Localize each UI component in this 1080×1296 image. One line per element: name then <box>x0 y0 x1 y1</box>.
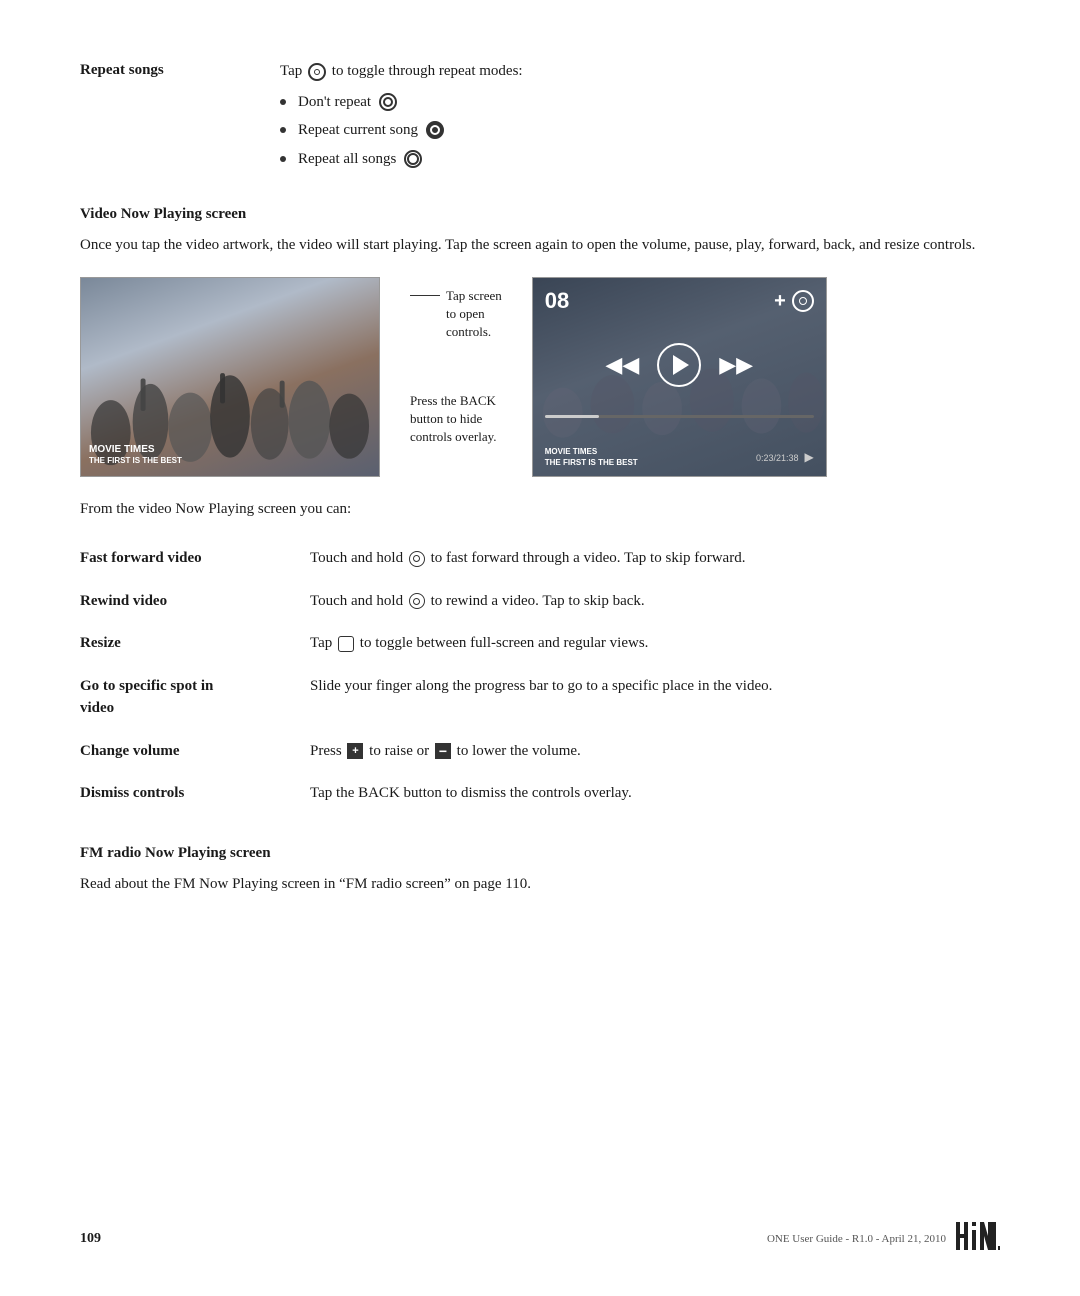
footer-right: ONE User Guide - R1.0 - April 21, 2010 <box>767 1222 1000 1256</box>
footer-text: ONE User Guide - R1.0 - April 21, 2010 <box>767 1233 946 1245</box>
play-triangle-icon <box>673 355 689 375</box>
repeat-songs-intro: Tap to toggle through repeat modes: <box>280 60 1000 83</box>
feature-row-dismiss: Dismiss controls Tap the BACK button to … <box>80 772 1000 815</box>
bullet-dot <box>280 127 286 133</box>
movie-title-left: MOVIE TIMES <box>89 443 182 456</box>
bottom-right-controls: 0:23/21:38 ▶ <box>756 450 814 465</box>
feature-label-dismiss: Dismiss controls <box>80 772 310 815</box>
feature-desc-rewind: Touch and hold to rewind a video. Tap to… <box>310 580 1000 623</box>
hin-logo <box>956 1222 1000 1256</box>
plus-button-icon: + <box>347 743 363 759</box>
movie-info: MOVIE TIMES THE FIRST IS THE BEST <box>545 447 638 468</box>
video-screenshot-right: 08 + ◀◀ ▶▶ <box>532 277 827 477</box>
progress-fill <box>545 415 599 418</box>
from-screen-text: From the video Now Playing screen you ca… <box>80 497 1000 521</box>
annotation-col: Tap screen to open controls. Press the B… <box>400 277 512 456</box>
repeat-none-text: Don't repeat <box>298 91 371 114</box>
settings-icon <box>792 290 814 312</box>
resize-icon-inline <box>338 636 354 652</box>
bullet-dot <box>280 99 286 105</box>
repeat-none-icon <box>379 93 397 111</box>
fm-radio-heading: FM radio Now Playing screen <box>80 845 1000 862</box>
controls-top-right: + <box>774 290 814 313</box>
fm-radio-body: Read about the FM Now Playing screen in … <box>80 872 1000 896</box>
tap-icon <box>308 63 326 81</box>
annotation-2: Press the BACK button to hide controls o… <box>410 392 502 447</box>
repeat-songs-label: Repeat songs <box>80 60 280 176</box>
rewind-icon: ◀◀ <box>605 352 639 378</box>
fm-radio-section: FM radio Now Playing screen Read about t… <box>80 845 1000 896</box>
feature-desc-dismiss: Tap the BACK button to dismiss the contr… <box>310 772 1000 815</box>
annotation-line-1 <box>410 295 440 296</box>
hin-logo-svg <box>956 1222 1000 1250</box>
repeat-current-icon <box>426 121 444 139</box>
fastforward-icon: ▶▶ <box>719 352 753 378</box>
feature-desc-spot: Slide your finger along the progress bar… <box>310 665 1000 730</box>
controls-middle: ◀◀ ▶▶ <box>545 343 814 387</box>
page-number: 109 <box>80 1231 101 1247</box>
feature-row-spot: Go to specific spot invideo Slide your f… <box>80 665 1000 730</box>
progress-bar[interactable] <box>545 415 814 418</box>
feature-row-resize: Resize Tap to toggle between full-screen… <box>80 622 1000 665</box>
bullet-dot <box>280 156 286 162</box>
repeat-modes-list: Don't repeat Repeat current song Repeat … <box>280 91 1000 171</box>
video-section-body: Once you tap the video artwork, the vide… <box>80 233 1000 257</box>
image-left-col: MOVIE TIMES THE FIRST IS THE BEST <box>80 277 380 477</box>
feature-label-rewind: Rewind video <box>80 580 310 623</box>
controls-top: 08 + <box>545 288 814 314</box>
video-label-overlay-left: MOVIE TIMES THE FIRST IS THE BEST <box>89 443 182 466</box>
video-screenshot-left: MOVIE TIMES THE FIRST IS THE BEST <box>80 277 380 477</box>
annotation-text-2: Press the BACK button to hide controls o… <box>410 392 497 447</box>
plus-icon: + <box>774 290 786 313</box>
feature-desc-resize: Tap to toggle between full-screen and re… <box>310 622 1000 665</box>
page-content: Repeat songs Tap to toggle through repea… <box>0 0 1080 992</box>
movie-title-right: MOVIE TIMES <box>545 447 638 457</box>
time-badge: 08 <box>545 288 569 314</box>
feature-label-spot: Go to specific spot invideo <box>80 665 310 730</box>
feature-row-volume: Change volume Press + to raise or − to l… <box>80 730 1000 773</box>
feature-desc-ff: Touch and hold to fast forward through a… <box>310 537 1000 580</box>
feature-desc-volume: Press + to raise or − to lower the volum… <box>310 730 1000 773</box>
repeat-mode-all: Repeat all songs <box>280 148 1000 171</box>
controls-overlay: 08 + ◀◀ ▶▶ <box>533 278 826 476</box>
repeat-mode-current: Repeat current song <box>280 119 1000 142</box>
video-section-heading: Video Now Playing screen <box>80 206 1000 223</box>
controls-bottom: MOVIE TIMES THE FIRST IS THE BEST 0:23/2… <box>545 447 814 468</box>
timecode: 0:23/21:38 <box>756 453 799 463</box>
feature-row-ff: Fast forward video Touch and hold to fas… <box>80 537 1000 580</box>
page-footer: 109 ONE User Guide - R1.0 - April 21, 20… <box>80 1222 1000 1256</box>
movie-subtitle-right: THE FIRST IS THE BEST <box>545 458 638 468</box>
arrow-icon: ▶ <box>805 450 814 465</box>
repeat-all-text: Repeat all songs <box>298 148 396 171</box>
annotation-text-1: Tap screen to open controls. <box>446 287 502 342</box>
features-table: Fast forward video Touch and hold to fas… <box>80 537 1000 815</box>
annotation-1: Tap screen to open controls. <box>410 287 502 342</box>
feature-label-ff: Fast forward video <box>80 537 310 580</box>
play-button[interactable] <box>657 343 701 387</box>
ff-icon <box>409 551 425 567</box>
feature-label-volume: Change volume <box>80 730 310 773</box>
feature-row-rewind: Rewind video Touch and hold to rewind a … <box>80 580 1000 623</box>
minus-button-icon: − <box>435 743 451 759</box>
repeat-mode-none: Don't repeat <box>280 91 1000 114</box>
repeat-songs-content: Tap to toggle through repeat modes: Don'… <box>280 60 1000 176</box>
repeat-current-text: Repeat current song <box>298 119 418 142</box>
movie-subtitle-left: THE FIRST IS THE BEST <box>89 456 182 466</box>
images-row: MOVIE TIMES THE FIRST IS THE BEST Tap sc… <box>80 277 1000 477</box>
repeat-all-icon <box>404 150 422 168</box>
rewind-icon-inline <box>409 593 425 609</box>
repeat-songs-section: Repeat songs Tap to toggle through repea… <box>80 60 1000 176</box>
feature-label-resize: Resize <box>80 622 310 665</box>
